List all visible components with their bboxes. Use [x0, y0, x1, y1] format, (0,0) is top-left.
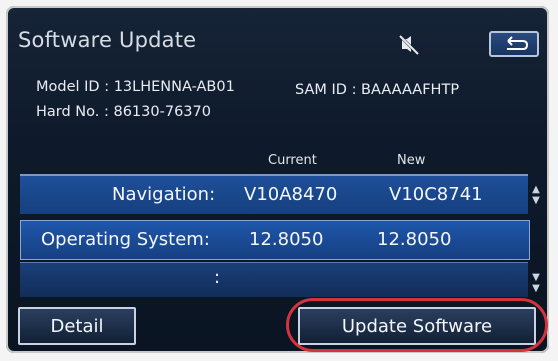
page-title: Software Update: [18, 28, 197, 52]
row-new-version: 12.8050: [377, 229, 452, 250]
table-row[interactable]: :: [20, 262, 528, 297]
row-new-version: V10C8741: [389, 184, 483, 205]
model-id: Model ID : 13LHENNA-AB01: [36, 79, 235, 95]
back-arrow-icon: [507, 36, 529, 50]
back-button[interactable]: [489, 31, 539, 57]
mute-icon: [398, 34, 420, 56]
column-header-new: New: [397, 153, 426, 168]
row-current-version: V10A8470: [244, 184, 338, 205]
table-row[interactable]: Navigation: V10A8470 V10C8741: [20, 174, 528, 214]
scroll-up-icon[interactable]: ▲ ▼: [530, 184, 542, 206]
software-update-screen: Software Update Model ID : 13LHENNA-AB01…: [6, 6, 549, 353]
detail-button[interactable]: Detail: [18, 307, 136, 345]
sam-id: SAM ID : BAAAAAFHTP: [295, 82, 460, 98]
row-current-version: 12.8050: [249, 229, 324, 250]
row-label: :: [214, 267, 221, 288]
scroll-down-icon[interactable]: ▼ ▼: [530, 272, 542, 294]
row-label: Navigation:: [112, 184, 216, 205]
hard-no: Hard No. : 86130-76370: [36, 104, 211, 120]
highlight-ring: [286, 298, 548, 352]
row-label: Operating System:: [41, 229, 210, 250]
table-row[interactable]: Operating System: 12.8050 12.8050: [20, 220, 530, 260]
column-header-current: Current: [268, 153, 317, 168]
